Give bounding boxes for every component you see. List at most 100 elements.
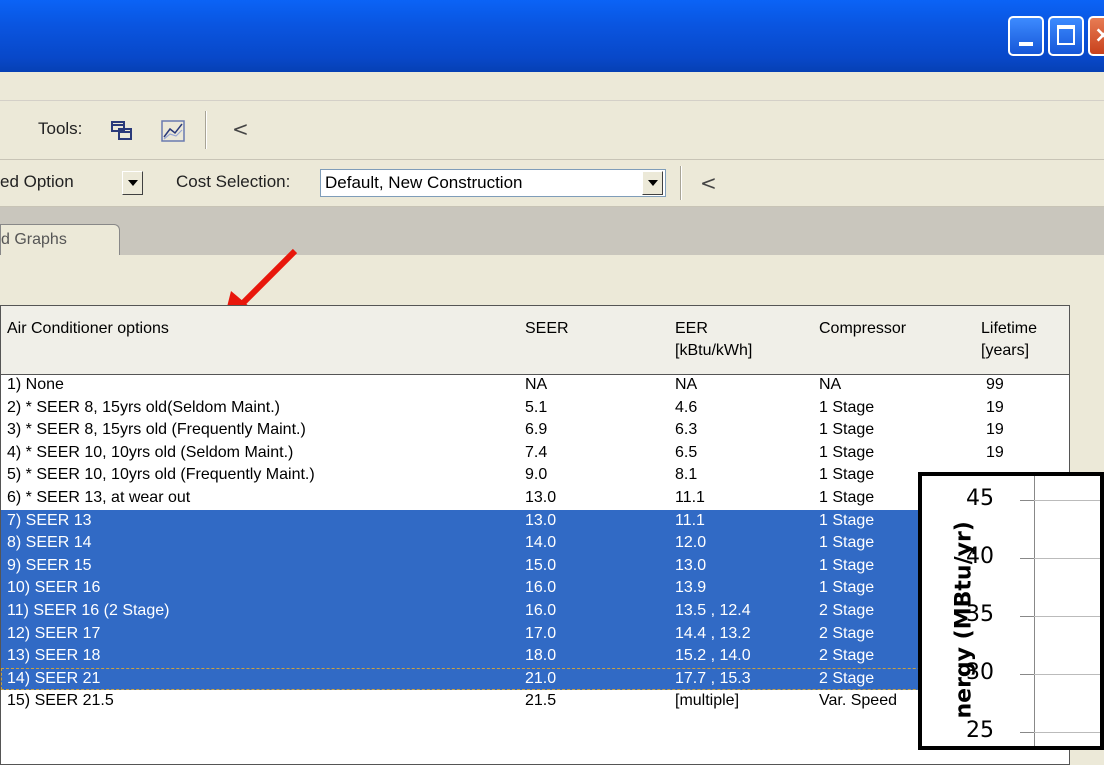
cell-seer: 13.0	[525, 489, 557, 506]
table-row[interactable]: 8) SEER 14 14.0 12.0 1 Stage	[1, 532, 1069, 555]
header-eer[interactable]: EER [kBtu/kWh]	[675, 318, 752, 362]
close-button[interactable]: ×	[1088, 16, 1104, 56]
chart-tick-label: 45	[966, 486, 994, 511]
cell-eer: 12.0	[675, 534, 707, 552]
selected-option-combo[interactable]: ed Option	[0, 169, 146, 197]
cell-name: 15) SEER 21.5	[7, 692, 114, 710]
cell-lifetime: 99	[986, 376, 1004, 393]
chart-gridline	[1034, 558, 1100, 559]
cell-eer: 6.5	[675, 443, 698, 461]
table-row[interactable]: 3) * SEER 8, 15yrs old (Frequently Maint…	[1, 419, 1069, 442]
cell-seer: 17.0	[525, 624, 557, 642]
cell-compressor: 2 Stage	[819, 647, 875, 665]
cell-compressor: 1 Stage	[819, 421, 875, 439]
cell-lifetime: 19	[986, 398, 1004, 416]
cell-name: 7) SEER 13	[7, 511, 92, 529]
tools-label: Tools:	[38, 119, 83, 138]
cost-selection-combo[interactable]: Default, New Construction	[320, 169, 666, 197]
table-row[interactable]: 5) * SEER 10, 10yrs old (Frequently Main…	[1, 464, 1069, 487]
cell-name: 14) SEER 21	[7, 669, 101, 687]
cell-compressor: 2 Stage	[819, 669, 875, 687]
toolbar-separator	[680, 166, 682, 200]
table-row[interactable]: 4) * SEER 10, 10yrs old (Seldom Maint.) 7…	[1, 442, 1069, 465]
minimize-button[interactable]	[1008, 16, 1044, 56]
cell-eer: 11.1	[675, 489, 705, 506]
cell-compressor: 1 Stage	[819, 489, 875, 506]
chart-tick-label: 30	[966, 660, 994, 685]
graph-icon[interactable]	[160, 120, 185, 142]
chart-gridline	[1034, 616, 1100, 617]
chart-tick-mark	[1020, 674, 1034, 675]
menu-bar	[0, 72, 1104, 101]
window-arrange-icon[interactable]	[110, 120, 134, 142]
cell-seer: 16.0	[525, 579, 557, 597]
toolbar-collapse-chevron[interactable]: <	[232, 117, 249, 141]
selected-option-dropdown-button[interactable]	[122, 171, 143, 195]
cell-compressor: 1 Stage	[819, 443, 875, 461]
chart-tick-mark	[1020, 616, 1034, 617]
table-row[interactable]: 13) SEER 18 18.0 15.2 , 14.0 2 Stage	[1, 645, 1069, 668]
chart-tick-label: 25	[966, 718, 994, 743]
cell-compressor: 1 Stage	[819, 579, 875, 597]
cell-eer: 15.2 , 14.0	[675, 647, 751, 665]
cell-seer: 21.5	[525, 692, 557, 710]
tab-label: d Graphs	[1, 231, 67, 248]
header-lifetime-line2: [years]	[981, 342, 1030, 359]
toolbar-collapse-chevron[interactable]: <	[700, 171, 717, 195]
chart-y-axis-line	[1034, 476, 1035, 746]
cell-seer: 15.0	[525, 556, 557, 574]
cell-seer: 5.1	[525, 398, 548, 416]
cell-lifetime: 19	[986, 443, 1004, 461]
options-toolbar: ed Option Cost Selection: Default, New C…	[0, 160, 1104, 207]
cell-eer: 8.1	[675, 466, 698, 484]
cell-compressor: 1 Stage	[819, 556, 875, 574]
cell-seer: 18.0	[525, 647, 557, 665]
header-lifetime[interactable]: Lifetime [years]	[981, 318, 1037, 362]
cell-compressor: 1 Stage	[819, 511, 875, 529]
table-row[interactable]: 10) SEER 16 16.0 13.9 1 Stage	[1, 577, 1069, 600]
cell-eer: 11.1	[675, 511, 705, 529]
cell-compressor: 1 Stage	[819, 534, 875, 552]
energy-chart-fragment: nergy (MBtu/yr) 45 40 35 30 25	[918, 472, 1104, 750]
header-seer[interactable]: SEER	[525, 318, 569, 340]
selected-option-label: ed Option	[0, 172, 74, 191]
cell-lifetime: 19	[986, 421, 1004, 439]
cell-compressor: 2 Stage	[819, 602, 875, 619]
cell-name: 9) SEER 15	[7, 556, 92, 574]
cell-seer: 6.9	[525, 421, 548, 439]
cell-name: 8) SEER 14	[7, 534, 92, 552]
cell-name: 12) SEER 17	[7, 624, 101, 642]
cell-eer: 6.3	[675, 421, 698, 439]
header-name[interactable]: Air Conditioner options	[7, 318, 169, 340]
table-row[interactable]: 11) SEER 16 (2 Stage) 16.0 13.5 , 12.4 2 St…	[1, 600, 1069, 623]
cell-eer: 13.0	[675, 556, 707, 574]
table-row[interactable]: 9) SEER 15 15.0 13.0 1 Stage	[1, 554, 1069, 578]
window-controls: ×	[1008, 16, 1104, 56]
cell-name: 2) * SEER 8, 15yrs old(Seldom Maint.)	[7, 398, 280, 416]
tools-toolbar: Tools: <	[0, 101, 1104, 160]
cell-name: 6) * SEER 13, at wear out	[7, 489, 191, 506]
table-row[interactable]: 6) * SEER 13, at wear out 13.0 11.1 1 Stage	[1, 487, 1069, 510]
cell-eer: [multiple]	[675, 692, 740, 710]
window-titlebar[interactable]: ×	[0, 0, 1104, 72]
cell-seer: 14.0	[525, 534, 557, 552]
maximize-icon	[1057, 25, 1075, 45]
table-row[interactable]: 15) SEER 21.5 21.5 [multiple] Var. Speed	[1, 690, 1069, 713]
chart-tick-label: 35	[966, 602, 994, 627]
cost-selection-dropdown-button[interactable]	[642, 171, 663, 195]
table-row[interactable]: 14) SEER 21 21.0 17.7 , 15.3 2 Stage	[1, 667, 1069, 691]
cost-selection-label: Cost Selection:	[176, 172, 291, 191]
header-compressor[interactable]: Compressor	[819, 318, 906, 340]
maximize-button[interactable]	[1048, 16, 1084, 56]
tab-graphs[interactable]: d Graphs	[0, 224, 120, 255]
cell-name: 4) * SEER 10, 10yrs old (Seldom Maint.)	[7, 443, 294, 461]
table-header: Air Conditioner options SEER EER [kBtu/k…	[1, 306, 1069, 375]
table-row[interactable]: 2) * SEER 8, 15yrs old(Seldom Maint.) 5.1…	[1, 397, 1069, 420]
table-row[interactable]: 7) SEER 13 13.0 11.1 1 Stage	[1, 509, 1069, 533]
table-row[interactable]: 12) SEER 17 17.0 14.4 , 13.2 2 Stage	[1, 622, 1069, 646]
cell-eer: 17.7 , 15.3	[675, 669, 751, 687]
cell-eer: NA	[675, 376, 698, 393]
cost-selection-value: Default, New Construction	[325, 173, 523, 192]
chart-tick-label: 40	[966, 544, 994, 569]
table-row[interactable]: 1) None NA NA NA 99	[1, 374, 1069, 397]
